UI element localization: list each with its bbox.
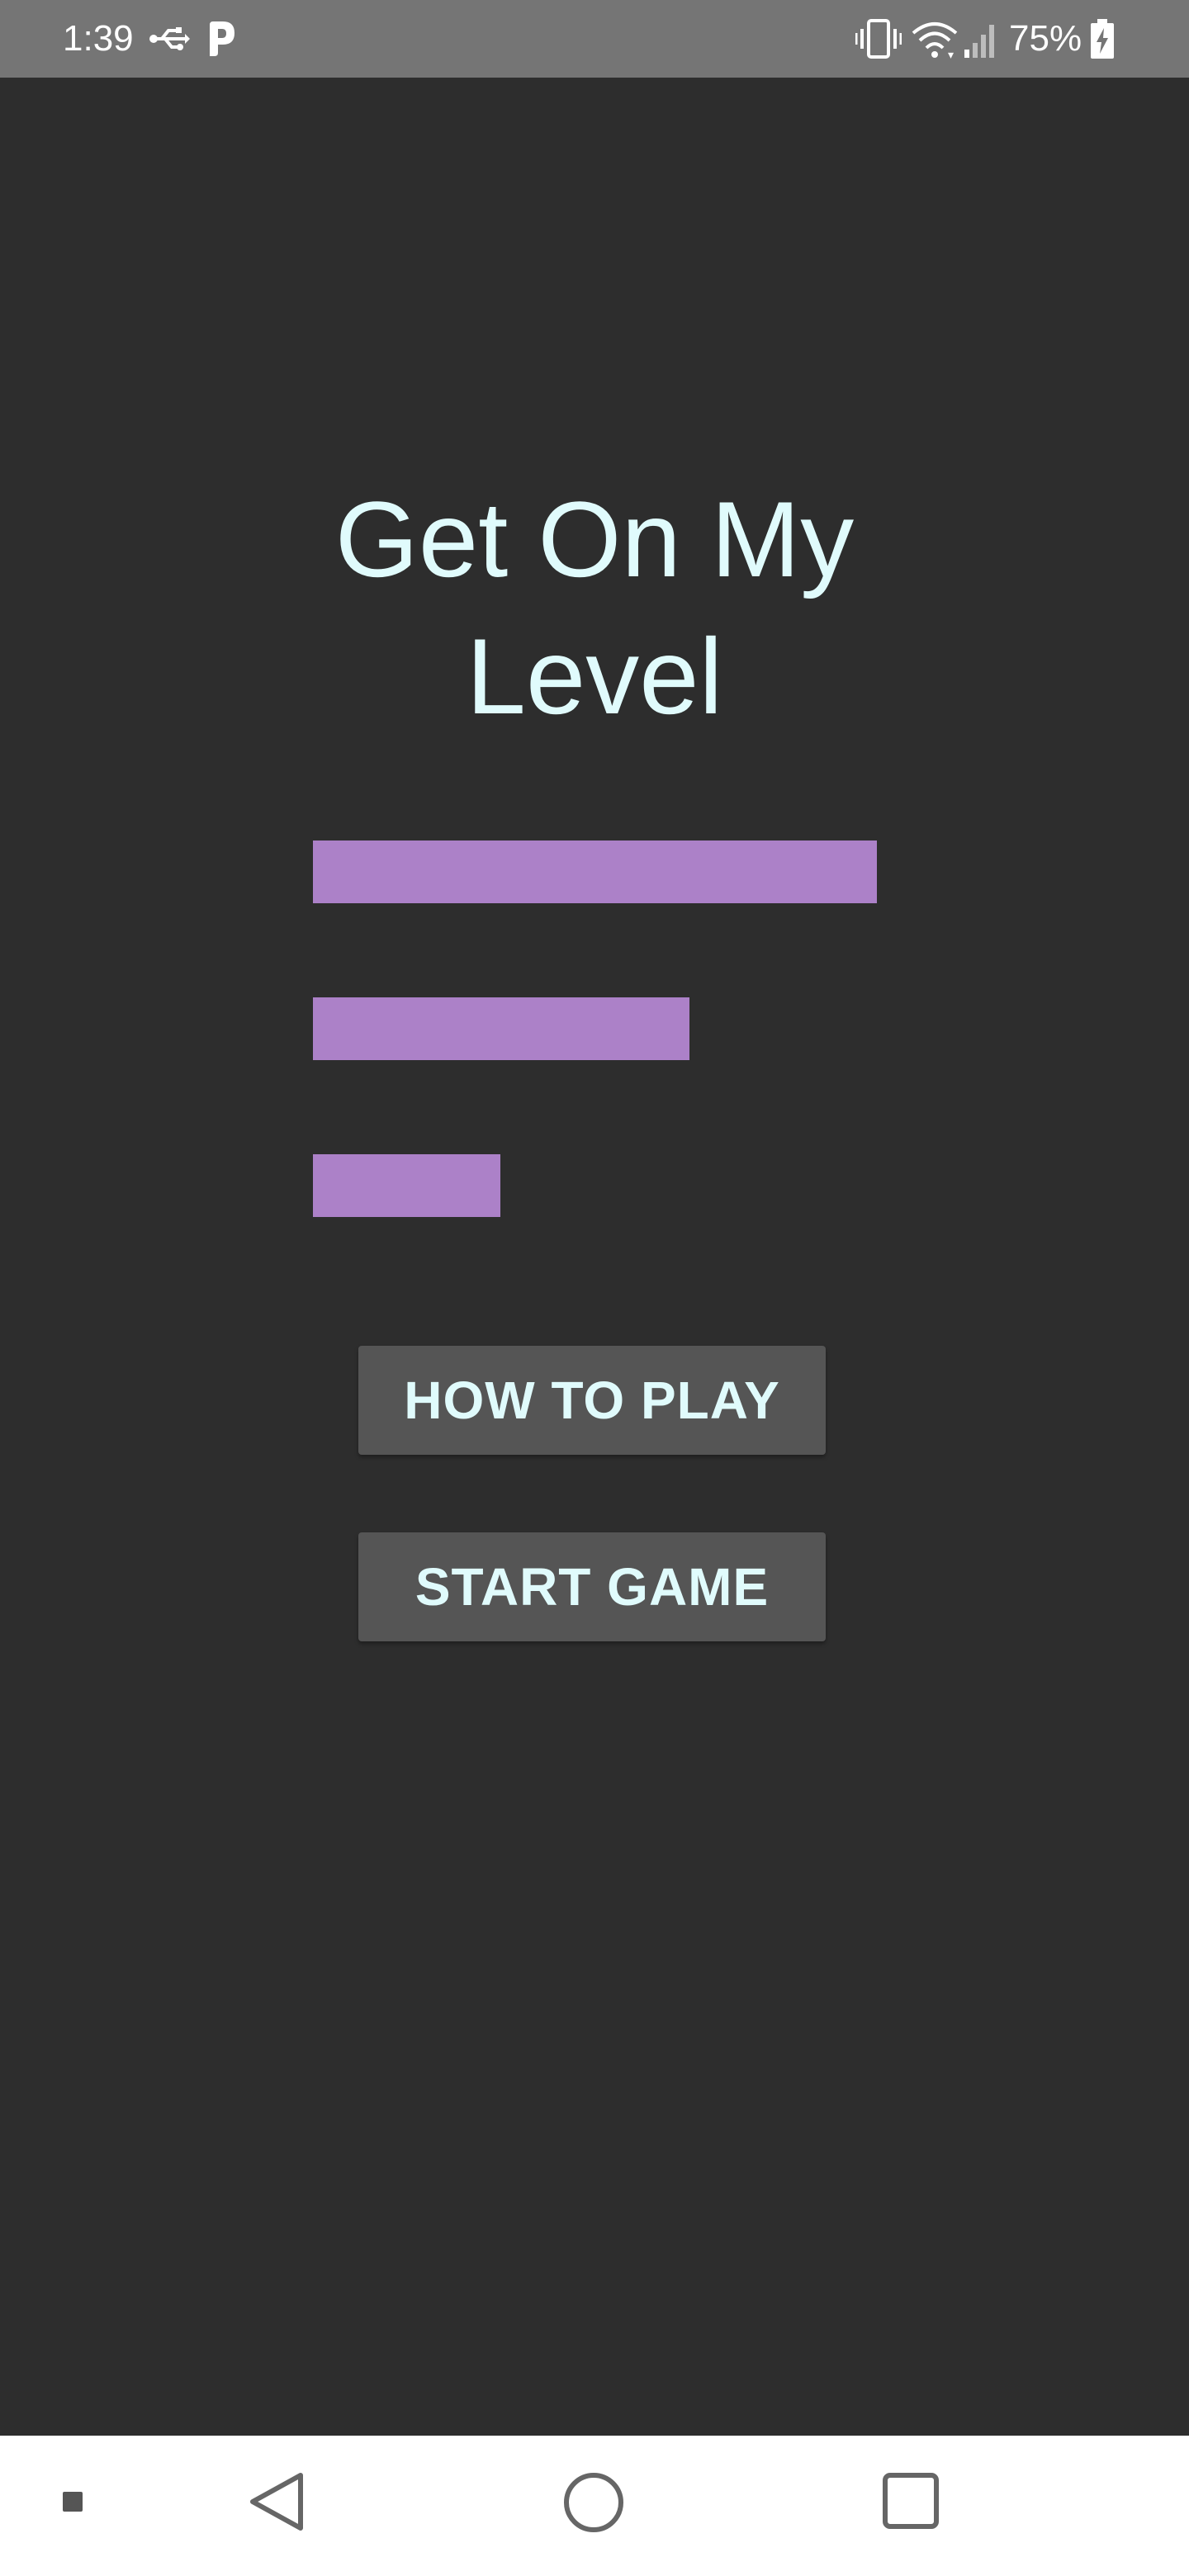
status-time: 1:39 — [63, 18, 134, 59]
vibrate-icon — [855, 19, 902, 59]
title-line-1: Get On My — [334, 479, 855, 599]
game-title: Get On My Level — [0, 471, 1189, 745]
level-bar-low — [313, 1154, 500, 1217]
start-game-button[interactable]: START GAME — [358, 1532, 826, 1641]
parking-app-icon — [210, 21, 234, 56]
battery-charging-icon — [1091, 19, 1114, 59]
wifi-icon: ▾ — [912, 22, 958, 59]
menu-dot-icon[interactable] — [63, 2492, 83, 2512]
level-bar-high — [313, 841, 877, 903]
status-bar: 1:39 ▾ 75% — [0, 0, 1189, 78]
title-line-2: Level — [466, 616, 723, 736]
how-to-play-button[interactable]: HOW TO PLAY — [358, 1346, 826, 1455]
usb-icon — [149, 27, 190, 50]
svg-text:▾: ▾ — [948, 48, 954, 59]
recents-icon[interactable] — [882, 2472, 940, 2530]
battery-percent: 75% — [1009, 18, 1082, 59]
level-bar-medium — [313, 997, 689, 1060]
home-icon[interactable] — [563, 2472, 624, 2533]
app-screen: 1:39 ▾ 75% Get On My Level HOW TO PLAY S… — [0, 0, 1189, 2576]
cell-signal-icon — [964, 25, 994, 58]
navigation-bar — [0, 2436, 1189, 2576]
back-icon[interactable] — [248, 2472, 307, 2531]
